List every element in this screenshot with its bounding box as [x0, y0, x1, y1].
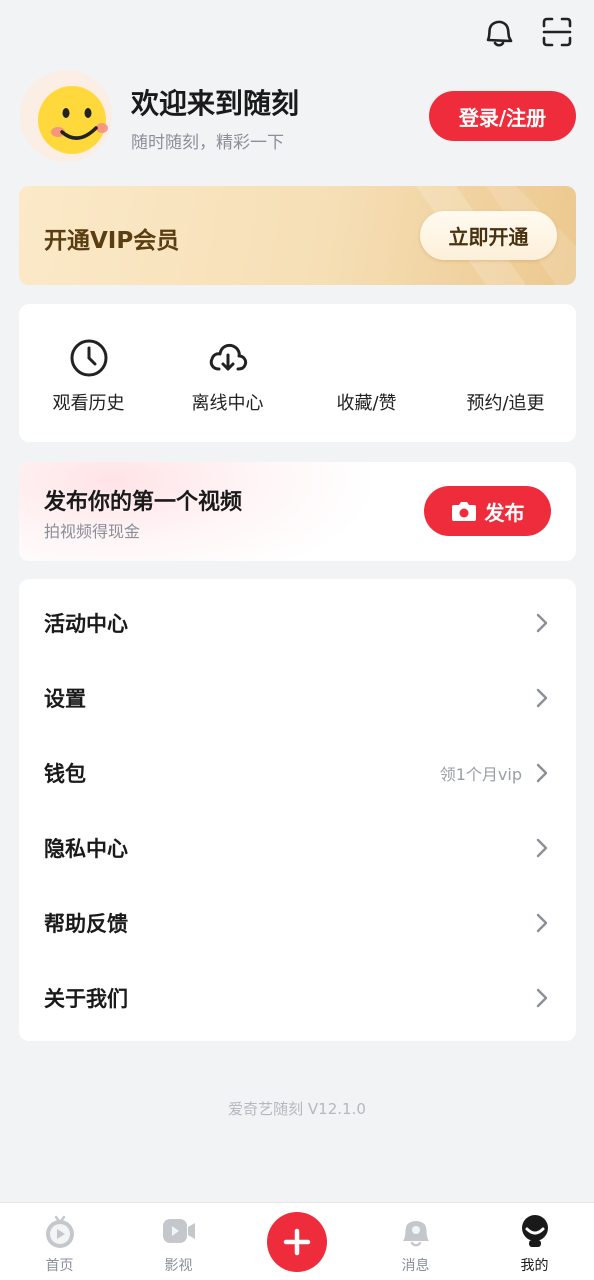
menu-item-label: 钱包	[44, 761, 86, 786]
chevron-right-icon	[536, 688, 548, 708]
chevron-right-icon	[536, 613, 548, 633]
bell-icon[interactable]	[480, 14, 516, 50]
tab-home[interactable]: 首页	[0, 1203, 119, 1280]
menu-item-label: 隐私中心	[44, 836, 128, 861]
welcome-title: 欢迎来到随刻	[131, 87, 300, 120]
quick-actions: 观看历史 离线中心 收藏/赞 预约/追更	[19, 304, 576, 442]
quick-action-label: 观看历史	[52, 393, 125, 414]
quick-action-subscriptions[interactable]: 预约/追更	[436, 304, 575, 442]
profile-header: 欢迎来到随刻 随时随刻，精彩一下 登录/注册	[20, 70, 576, 162]
menu-item-settings[interactable]: 设置	[19, 660, 576, 735]
tab-movies[interactable]: 影视	[119, 1203, 238, 1280]
menu-item-label: 活动中心	[44, 611, 128, 636]
publish-banner: 发布你的第一个视频 拍视频得现金 发布	[19, 462, 576, 561]
clock-icon	[67, 336, 111, 380]
publish-title: 发布你的第一个视频	[44, 490, 243, 515]
vip-open-button[interactable]: 立即开通	[420, 211, 557, 260]
welcome-subtitle: 随时随刻，精彩一下	[131, 133, 284, 153]
plus-icon	[283, 1228, 311, 1256]
tab-label: 影视	[164, 1258, 193, 1274]
chevron-right-icon	[536, 913, 548, 933]
tab-me[interactable]: 我的	[475, 1203, 594, 1280]
chevron-right-icon	[536, 988, 548, 1008]
chevron-right-icon	[536, 838, 548, 858]
wallet-hint: 领1个月vip	[439, 764, 522, 784]
vip-banner[interactable]: 开通VIP会员 立即开通	[19, 186, 576, 285]
publish-button-label: 发布	[484, 500, 525, 525]
cloud-download-icon	[206, 336, 250, 380]
chevron-right-icon	[536, 763, 548, 783]
menu-item-label: 关于我们	[44, 986, 128, 1011]
publish-button[interactable]: 发布	[424, 486, 551, 536]
login-register-button[interactable]: 登录/注册	[429, 91, 576, 141]
menu-list: 活动中心 设置 钱包 领1个月vip 隐私中心 帮助反馈 关于我们	[19, 579, 576, 1041]
menu-item-label: 设置	[44, 686, 86, 711]
avatar[interactable]	[20, 70, 112, 162]
menu-item-help[interactable]: 帮助反馈	[19, 885, 576, 960]
tab-label: 消息	[401, 1258, 430, 1274]
menu-item-privacy[interactable]: 隐私中心	[19, 810, 576, 885]
quick-action-label: 预约/追更	[466, 393, 545, 414]
quick-action-label: 离线中心	[191, 393, 264, 414]
menu-item-label: 帮助反馈	[44, 911, 128, 936]
quick-action-favorites[interactable]: 收藏/赞	[297, 304, 436, 442]
app-version: 爱奇艺随刻 V12.1.0	[228, 1100, 366, 1118]
quick-action-history[interactable]: 观看历史	[19, 304, 158, 442]
tab-create-button[interactable]	[267, 1212, 327, 1272]
bottom-tab-bar: 首页 影视 消息 我的	[0, 1202, 594, 1280]
menu-item-about[interactable]: 关于我们	[19, 960, 576, 1035]
video-camera-icon	[161, 1213, 197, 1249]
camera-icon	[451, 502, 476, 521]
profile-icon	[517, 1213, 553, 1249]
menu-item-wallet[interactable]: 钱包 领1个月vip	[19, 735, 576, 810]
quick-action-label: 收藏/赞	[336, 393, 397, 414]
message-bell-icon	[398, 1213, 434, 1249]
quick-action-offline[interactable]: 离线中心	[158, 304, 297, 442]
top-bar	[0, 0, 594, 70]
tab-label: 我的	[520, 1258, 549, 1274]
tab-messages[interactable]: 消息	[356, 1203, 475, 1280]
vip-title: 开通VIP会员	[44, 228, 180, 254]
home-tv-icon	[42, 1213, 78, 1249]
tab-label: 首页	[45, 1258, 74, 1274]
scan-icon[interactable]	[539, 14, 575, 50]
menu-item-activity[interactable]: 活动中心	[19, 585, 576, 660]
publish-subtitle: 拍视频得现金	[44, 522, 141, 541]
